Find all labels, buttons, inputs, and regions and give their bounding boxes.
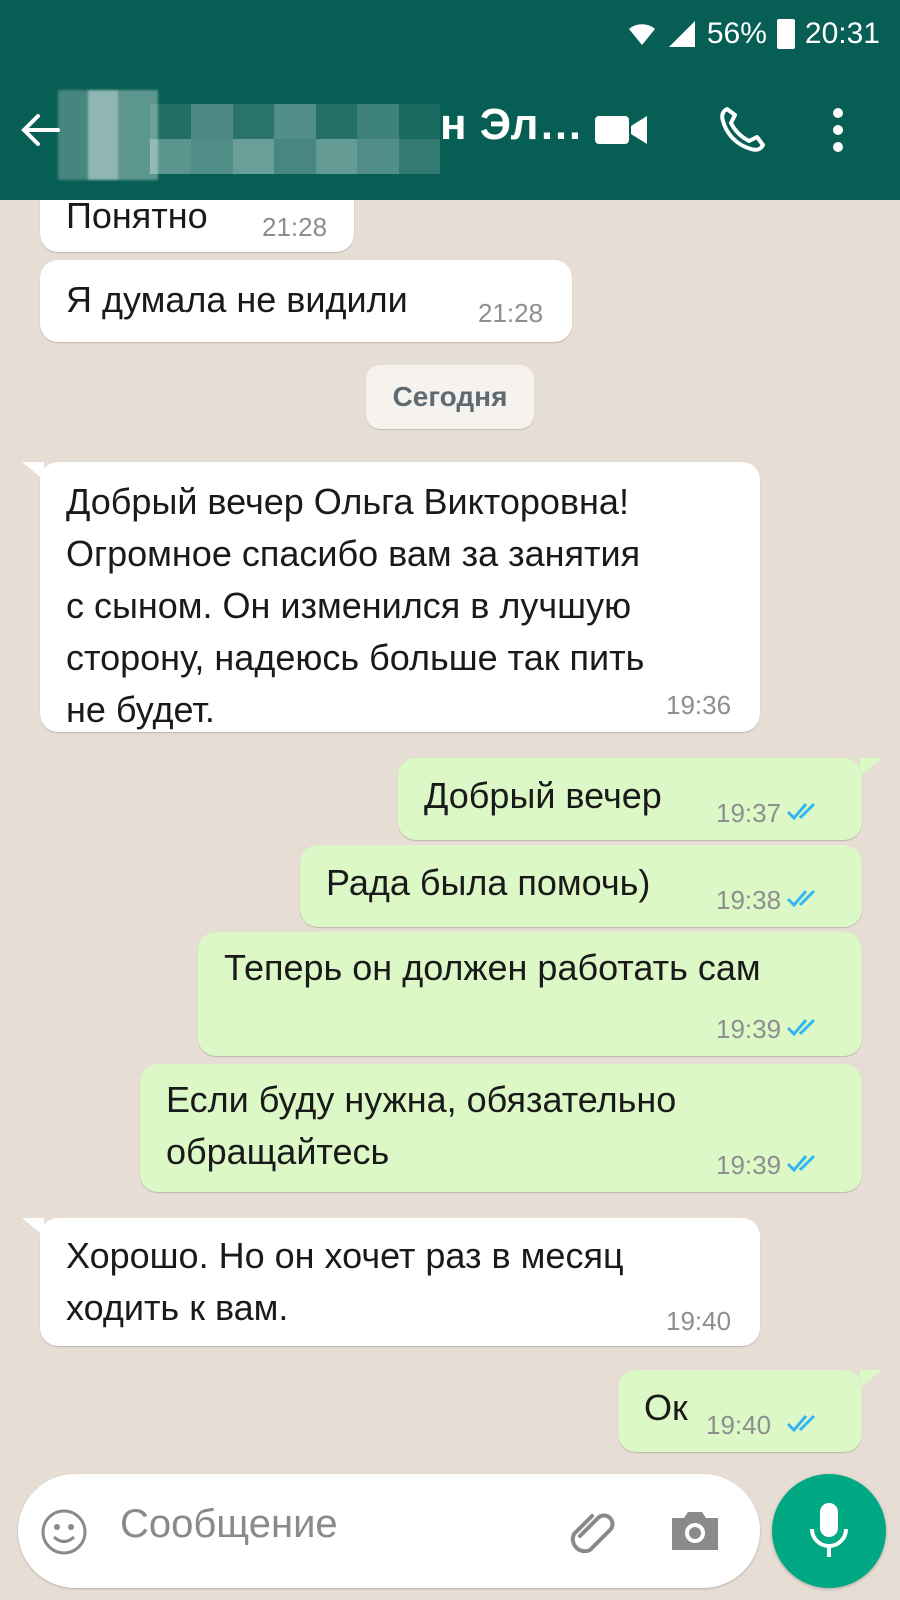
message-text: Понятно	[66, 200, 208, 236]
message-text: Добрый вечер Ольга Викторовна! Огромное …	[66, 481, 645, 730]
contact-name[interactable]: н Эл…	[440, 100, 583, 150]
back-arrow-icon[interactable]	[18, 108, 62, 152]
message-text: Я думала не видили	[66, 279, 408, 320]
outgoing-message[interactable]: Добрый вечер 19:37	[398, 758, 862, 840]
contact-name-pixelated[interactable]	[150, 104, 440, 174]
emoji-icon[interactable]	[40, 1508, 88, 1556]
bubble-tail	[860, 758, 882, 776]
outgoing-message[interactable]: Если буду нужна, обязательно обращайтесь…	[140, 1064, 862, 1192]
message-text: Хорошо. Но он хочет раз в месяц ходить к…	[66, 1235, 624, 1328]
camera-icon[interactable]	[668, 1506, 722, 1554]
read-receipt-icon	[786, 1154, 816, 1173]
microphone-icon	[810, 1503, 848, 1557]
message-input[interactable]: Сообщение	[120, 1502, 338, 1547]
wifi-icon	[628, 24, 655, 45]
message-time: 21:28	[262, 212, 328, 242]
message-time: 19:37	[716, 798, 782, 828]
incoming-message[interactable]: Понятно 21:28	[40, 200, 354, 252]
outgoing-message[interactable]: Ок 19:40	[618, 1370, 862, 1452]
message-text: Рада была помочь)	[326, 862, 651, 903]
message-text: Добрый вечер	[424, 775, 662, 816]
incoming-message[interactable]: Я думала не видили 21:28	[40, 260, 572, 342]
date-separator: Сегодня	[366, 365, 534, 429]
bubble-tail	[860, 1370, 882, 1388]
incoming-message[interactable]: Добрый вечер Ольга Викторовна! Огромное …	[40, 462, 760, 732]
clock: 20:31	[804, 17, 880, 50]
incoming-message[interactable]: Хорошо. Но он хочет раз в месяц ходить к…	[40, 1218, 760, 1346]
status-bar: 56% 20:31	[627, 14, 880, 54]
chat-app-bar: н Эл…	[0, 60, 900, 200]
read-receipt-icon	[786, 1414, 816, 1433]
message-time: 19:40	[666, 1306, 732, 1336]
top-bar: 56% 20:31 н Эл…	[0, 0, 900, 200]
outgoing-message[interactable]: Рада была помочь) 19:38	[300, 845, 862, 927]
read-receipt-icon	[786, 1018, 816, 1037]
message-time: 19:38	[716, 885, 782, 915]
message-text: Если буду нужна, обязательно обращайтесь	[166, 1079, 677, 1172]
battery-icon	[776, 19, 795, 49]
attach-icon[interactable]	[566, 1506, 618, 1558]
read-receipt-icon	[786, 889, 816, 908]
message-time: 19:36	[666, 690, 732, 720]
video-call-icon[interactable]	[593, 110, 649, 150]
voice-call-icon[interactable]	[717, 105, 767, 155]
read-receipt-icon	[786, 802, 816, 821]
voice-record-button[interactable]	[772, 1474, 886, 1588]
message-time: 19:39	[716, 1150, 782, 1180]
message-list[interactable]: Понятно 21:28 Я думала не видили 21:28 С…	[0, 200, 900, 1468]
message-time: 19:40	[706, 1410, 772, 1440]
message-time: 21:28	[478, 298, 544, 328]
battery-percent: 56%	[706, 17, 767, 50]
avatar[interactable]	[58, 90, 158, 180]
more-options-icon[interactable]	[828, 105, 848, 155]
signal-icon	[668, 21, 695, 47]
message-text: Ок	[644, 1387, 688, 1428]
outgoing-message[interactable]: Теперь он должен работать сам 19:39	[198, 932, 862, 1056]
message-text: Теперь он должен работать сам	[224, 947, 761, 988]
message-composer[interactable]: Сообщение	[18, 1474, 760, 1588]
message-time: 19:39	[716, 1014, 782, 1044]
